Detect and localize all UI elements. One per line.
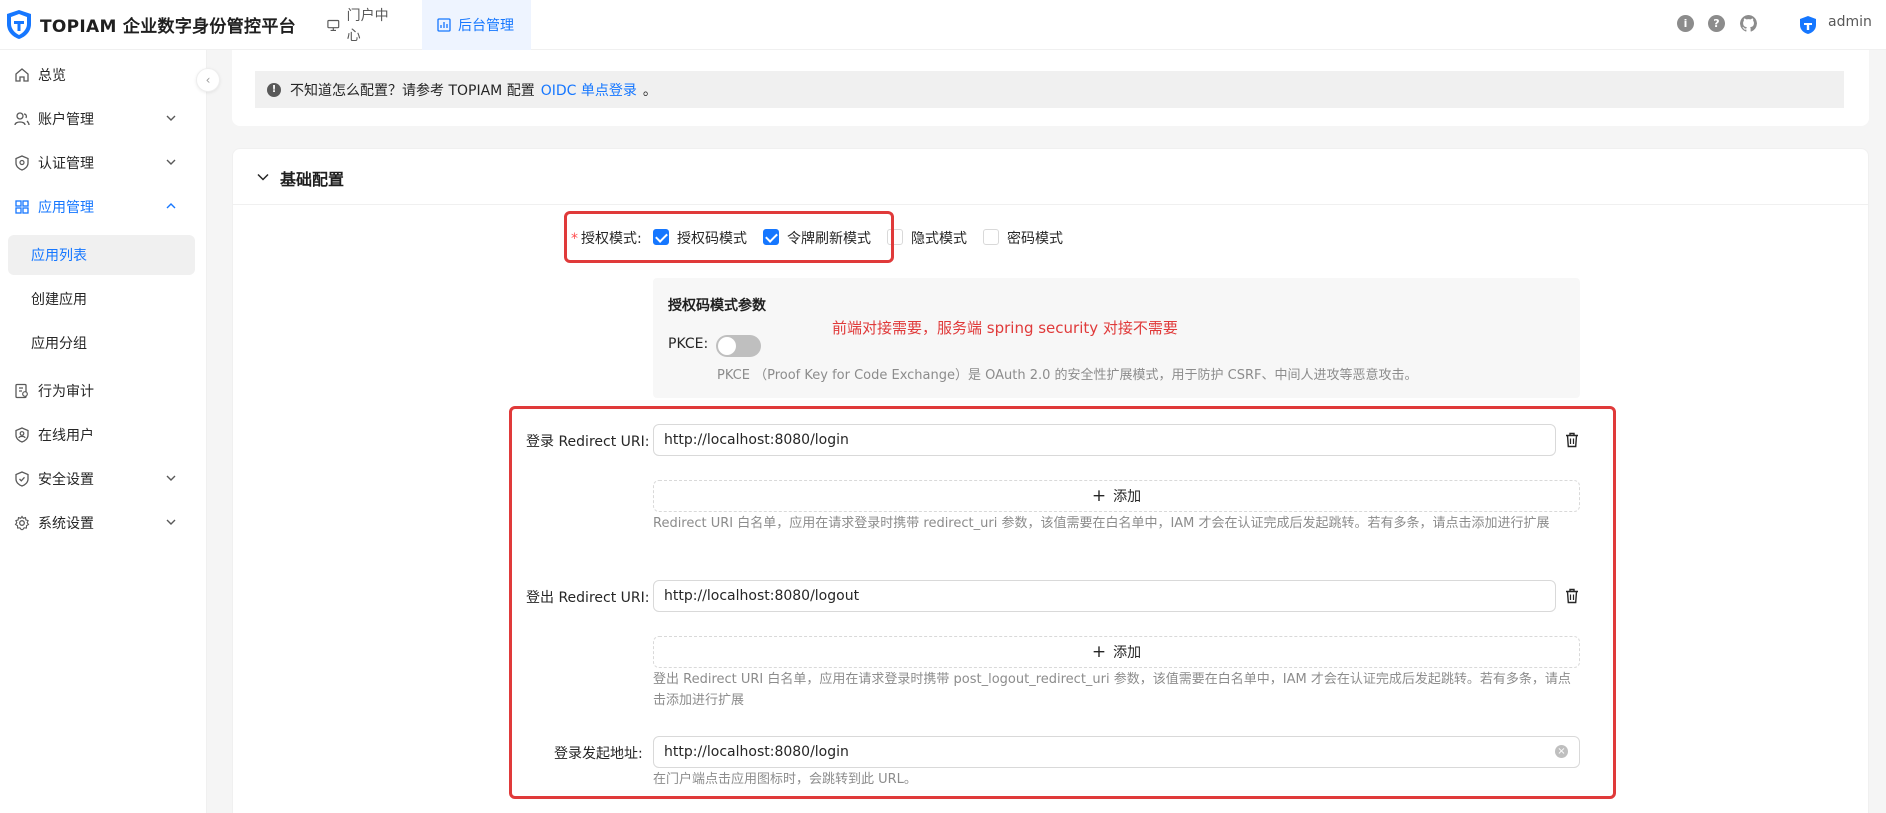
sidebar-item-label: 总览 (38, 68, 66, 84)
apps-icon (14, 199, 30, 215)
pkce-toggle[interactable] (716, 335, 761, 357)
nav-portal-label: 门户中心 (346, 8, 389, 44)
sidebar-item-label: 安全设置 (38, 472, 94, 488)
chevron-down-icon (166, 519, 176, 525)
sidebar-item-security[interactable]: 安全设置 (0, 459, 195, 499)
avatar[interactable] (1797, 14, 1819, 36)
home-icon (14, 67, 30, 83)
oidc-doc-link[interactable]: OIDC 单点登录 (541, 80, 637, 100)
sidebar-subitem-label: 应用分组 (31, 336, 87, 352)
brand-title: TOPIAM 企业数字身份管控平台 (40, 17, 296, 37)
sidebar-item-label: 账户管理 (38, 112, 94, 128)
settings-icon (14, 515, 30, 531)
top-header: TOPIAM 企业数字身份管控平台 门户中心 后台管理 i ? admin (0, 0, 1886, 50)
audit-icon (14, 383, 30, 399)
user-name[interactable]: admin (1828, 14, 1872, 30)
sidebar-item-apps[interactable]: 应用管理 (0, 187, 195, 227)
chevron-down-icon (166, 475, 176, 481)
checkbox-label: 隐式模式 (911, 231, 967, 247)
help-icon[interactable]: ? (1708, 15, 1725, 32)
chevron-up-icon (166, 203, 176, 209)
pkce-label: PKCE: (668, 336, 709, 352)
nav-admin[interactable]: 后台管理 (422, 0, 531, 50)
info-icon[interactable]: i (1677, 15, 1694, 32)
sidebar-item-label: 系统设置 (38, 516, 94, 532)
info-icon: ! (267, 82, 281, 97)
online-user-icon (14, 427, 30, 443)
sidebar-item-label: 在线用户 (38, 428, 94, 444)
sidebar-subitem-create-app[interactable]: 创建应用 (8, 279, 195, 319)
sidebar-item-label: 行为审计 (38, 384, 94, 400)
highlight-redirect-settings (509, 406, 1616, 799)
annotation-note: 前端对接需要，服务端 spring security 对接不需要 (832, 319, 1178, 337)
sidebar-subitem-label: 创建应用 (31, 292, 87, 308)
alert-text: 不知道怎么配置？请参考 TOPIAM 配置 (290, 82, 535, 99)
nav-admin-label: 后台管理 (458, 18, 514, 34)
sidebar-item-overview[interactable]: 总览 (0, 55, 195, 95)
sidebar-item-label: 应用管理 (38, 200, 94, 216)
sidebar-item-auth[interactable]: 认证管理 (0, 143, 195, 183)
sidebar-subitem-app-group[interactable]: 应用分组 (8, 323, 195, 363)
sidebar-collapse-button[interactable]: ‹ (196, 68, 220, 92)
topiam-logo-icon (7, 10, 31, 39)
sidebar-item-accounts[interactable]: 账户管理 (0, 99, 195, 139)
sidebar-item-online-users[interactable]: 在线用户 (0, 415, 195, 455)
users-icon (14, 111, 30, 127)
params-title: 授权码模式参数 (668, 298, 766, 314)
sidebar-subitem-app-list[interactable]: 应用列表 (8, 235, 195, 275)
sidebar-item-label: 认证管理 (38, 156, 94, 172)
highlight-grant-types (564, 211, 894, 263)
checkbox-password[interactable] (983, 229, 999, 245)
shield-icon (14, 155, 30, 171)
dashboard-icon (437, 18, 451, 32)
pkce-help-text: PKCE （Proof Key for Code Exchange）是 OAut… (717, 368, 1418, 383)
alert-text-end: 。 (642, 82, 657, 99)
section-title: 基础配置 (280, 170, 345, 189)
chevron-down-icon[interactable] (256, 170, 270, 184)
nav-portal-center[interactable]: 门户中心 (312, 0, 412, 50)
chevron-down-icon (166, 159, 176, 165)
checkbox-label: 密码模式 (1007, 231, 1063, 247)
sidebar-item-audit[interactable]: 行为审计 (0, 371, 195, 411)
card-header[interactable] (232, 148, 1869, 205)
chevron-down-icon (166, 115, 176, 121)
github-icon[interactable] (1740, 15, 1757, 32)
sidebar-item-system[interactable]: 系统设置 (0, 503, 195, 543)
config-hint-alert: ! 不知道怎么配置？请参考 TOPIAM 配置 OIDC 单点登录 。 (255, 71, 1844, 108)
monitor-icon (327, 19, 340, 31)
security-icon (14, 471, 30, 487)
sidebar-subitem-label: 应用列表 (31, 248, 87, 264)
